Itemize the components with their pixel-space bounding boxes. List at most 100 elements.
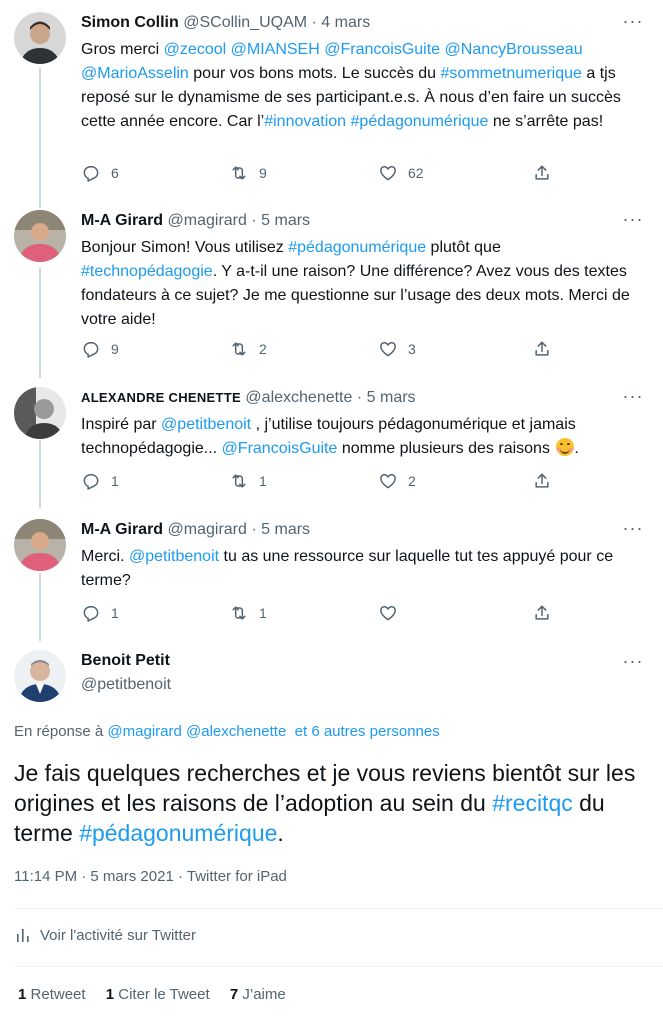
heart-icon <box>380 473 396 489</box>
retweet-button[interactable]: 1 <box>229 602 267 624</box>
tweet-date[interactable]: 4 mars <box>321 14 370 31</box>
reply-count: 1 <box>111 605 119 621</box>
hashtag-link[interactable]: #innovation <box>264 113 346 130</box>
reply-button[interactable]: 9 <box>81 338 119 360</box>
tweet-text-content: Inspiré par @petitbenoit , j’utilise tou… <box>81 416 576 457</box>
text-segment: plutôt que <box>426 239 501 256</box>
tweet-date[interactable]: 5 mars <box>261 212 310 229</box>
retweet-icon <box>232 342 246 356</box>
tweet-header: ALEXANDRE CHENETTE @alexchenette · 5 mar… <box>81 387 416 409</box>
mention-link[interactable]: @zecool <box>164 41 227 58</box>
mention-link[interactable]: @petitbenoit <box>129 548 219 565</box>
more-options-icon[interactable]: ··· <box>621 387 645 409</box>
tweet-date[interactable]: 5 mars <box>367 389 416 406</box>
heart-icon <box>380 605 396 621</box>
share-button[interactable] <box>532 602 552 624</box>
retweets-count: 1 <box>18 986 27 1003</box>
reply-button[interactable]: 6 <box>81 162 119 184</box>
share-button[interactable] <box>532 470 552 492</box>
share-button[interactable] <box>532 162 552 184</box>
avatar[interactable] <box>14 519 66 571</box>
tweet-text: Gros merci @zecool @MIANSEH @FrancoisGui… <box>81 38 641 134</box>
reply-to-user[interactable]: @magirard <box>107 723 181 740</box>
reply-count: 9 <box>111 341 119 357</box>
avatar[interactable] <box>14 650 66 702</box>
author-handle[interactable]: @magirard <box>168 521 247 538</box>
like-button[interactable]: 2 <box>378 470 416 492</box>
tweet[interactable]: M-A Girard @magirard · 5 mars ··· Merci.… <box>0 519 663 639</box>
mention-link[interactable]: @petitbenoit <box>161 416 251 433</box>
retweet-button[interactable]: 9 <box>229 162 267 184</box>
author-name[interactable]: Simon Collin <box>81 14 179 31</box>
tweet-actions: 1 1 2 <box>81 470 581 492</box>
avatar[interactable] <box>14 12 66 64</box>
reply-button[interactable]: 1 <box>81 602 119 624</box>
hashtag-link[interactable]: #pédagonumérique <box>288 239 426 256</box>
author-handle[interactable]: @magirard <box>168 212 247 229</box>
avatar[interactable] <box>14 210 66 262</box>
retweet-count: 1 <box>259 605 267 621</box>
separator: · <box>251 212 257 229</box>
reply-to-prefix: En réponse à <box>14 723 108 740</box>
like-count: 62 <box>408 165 424 181</box>
mention-link[interactable]: @NancyBrousseau <box>445 41 583 58</box>
divider <box>14 908 663 909</box>
more-options-icon[interactable]: ··· <box>621 210 645 232</box>
share-icon <box>535 341 549 356</box>
like-button[interactable] <box>378 602 408 624</box>
more-options-icon[interactable]: ··· <box>621 12 645 34</box>
reply-button[interactable]: 1 <box>81 470 119 492</box>
retweet-button[interactable]: 2 <box>229 338 267 360</box>
hashtag-link[interactable]: #recitqc <box>492 790 573 816</box>
mention-link[interactable]: @FrancoisGuite <box>324 41 440 58</box>
author-handle[interactable]: @SCollin_UQAM <box>183 14 307 31</box>
separator: · <box>311 14 317 31</box>
reply-to-user[interactable]: @alexchenette <box>186 723 286 740</box>
tweet[interactable]: M-A Girard @magirard · 5 mars ··· Bonjou… <box>0 210 663 370</box>
avatar[interactable] <box>14 387 66 439</box>
share-button[interactable] <box>532 338 552 360</box>
mention-link[interactable]: @MIANSEH <box>231 41 320 58</box>
mention-link[interactable]: @FrancoisGuite <box>222 440 338 457</box>
tweet-actions: 1 1 <box>81 602 581 624</box>
view-activity-label: Voir l'activité sur Twitter <box>40 926 196 944</box>
retweet-count: 2 <box>259 341 267 357</box>
retweet-count: 9 <box>259 165 267 181</box>
hashtag-link[interactable]: #technopédagogie <box>81 263 213 280</box>
more-options-icon[interactable]: ··· <box>621 519 645 541</box>
text-segment: Merci. <box>81 548 129 565</box>
share-icon <box>535 165 549 180</box>
retweets-stat[interactable]: 1 Retweet <box>18 986 86 1003</box>
likes-stat[interactable]: 7 J’aime <box>230 986 286 1003</box>
more-options-icon[interactable]: ··· <box>621 652 645 674</box>
author-handle[interactable]: @petitbenoit <box>81 676 171 694</box>
hashtag-link[interactable]: #pédagonumérique <box>79 820 277 846</box>
mention-link[interactable]: @MarioAsselin <box>81 65 189 82</box>
text-segment: pour vos bons mots. Le succès du <box>188 65 441 82</box>
hashtag-link[interactable]: #sommetnumerique <box>441 65 582 82</box>
author-name[interactable]: M-A Girard <box>81 212 163 229</box>
reply-icon <box>83 342 99 358</box>
main-tweet-text: Je fais quelques recherches et je vous r… <box>14 758 644 848</box>
hashtag-link[interactable]: #pédagonumérique <box>351 113 489 130</box>
quotes-stat[interactable]: 1 Citer le Tweet <box>106 986 210 1003</box>
reply-to-others[interactable]: et 6 autres personnes <box>295 723 440 740</box>
view-activity-link[interactable]: Voir l'activité sur Twitter <box>14 926 196 944</box>
reply-to: En réponse à @magirard @alexchenette et … <box>14 723 440 740</box>
tweet[interactable]: Simon Collin @SCollin_UQAM · 4 mars ··· … <box>0 12 663 192</box>
heart-icon <box>380 341 396 357</box>
tweet-date[interactable]: 5 mars <box>261 521 310 538</box>
author-name[interactable]: ALEXANDRE CHENETTE <box>81 390 241 405</box>
text-segment: nomme plusieurs des raisons <box>337 440 555 457</box>
tweet-timestamp[interactable]: 11:14 PM · 5 mars 2021 · Twitter for iPa… <box>14 868 287 885</box>
like-button[interactable]: 62 <box>378 162 424 184</box>
author-handle[interactable]: @alexchenette <box>245 389 352 406</box>
like-button[interactable]: 3 <box>378 338 416 360</box>
author-name[interactable]: Benoit Petit <box>81 652 170 670</box>
tweet-actions: 6 9 62 <box>81 162 581 184</box>
author-name[interactable]: M-A Girard <box>81 521 163 538</box>
tweet-text: Bonjour Simon! Vous utilisez #pédagonumé… <box>81 236 641 332</box>
tweet-text: Inspiré par @petitbenoit , j’utilise tou… <box>81 416 579 457</box>
tweet[interactable]: ALEXANDRE CHENETTE @alexchenette · 5 mar… <box>0 387 663 507</box>
retweet-button[interactable]: 1 <box>229 470 267 492</box>
